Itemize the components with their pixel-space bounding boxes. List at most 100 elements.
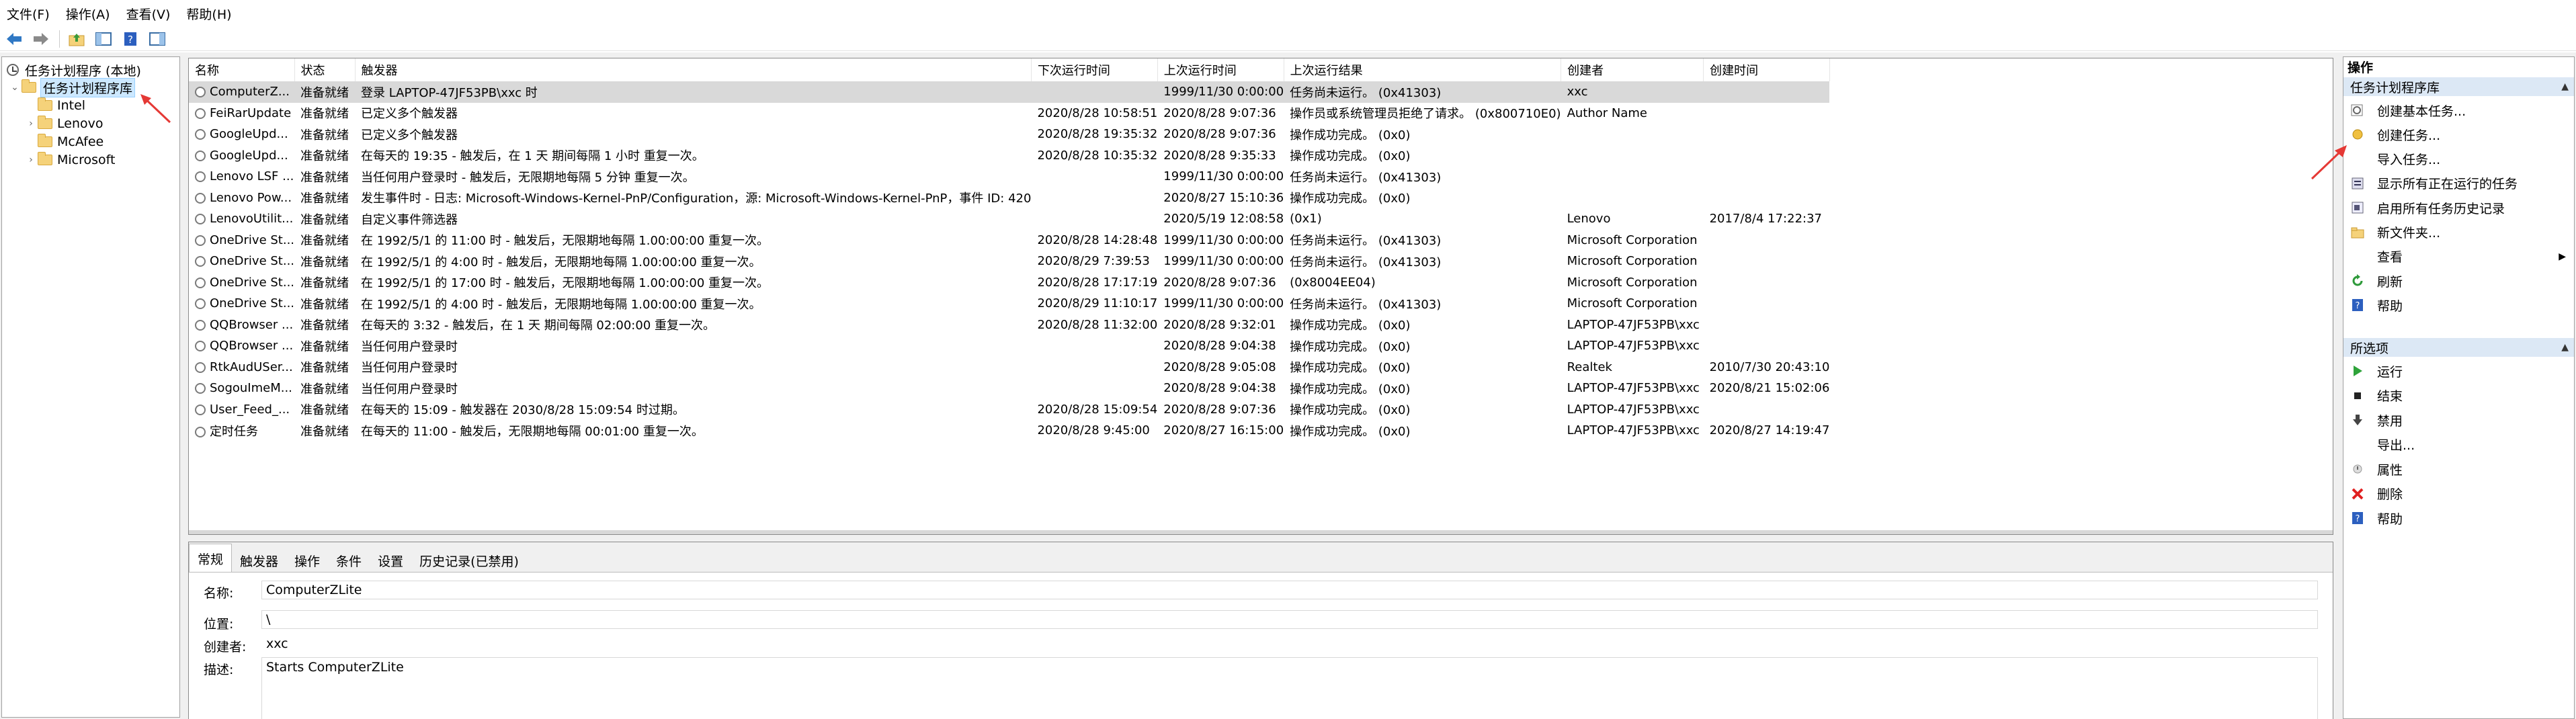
menu-help[interactable]: 帮助(H) [186, 5, 231, 23]
chevron-right-icon[interactable]: › [25, 155, 37, 165]
action-end[interactable]: 结束 [2343, 384, 2574, 407]
cell-last-result: 任务尚未运行。 (0x41303) [1290, 255, 1442, 269]
column-header-name[interactable]: 名称 [189, 58, 295, 81]
tree-folder-lenovo[interactable]: › Lenovo [25, 115, 103, 132]
cell-created [1704, 124, 1830, 145]
action-export[interactable]: 导出... [2343, 433, 2574, 456]
table-row[interactable]: GoogleUpd... 准备就绪 在每天的 19:35 - 触发后，在 1 天 期… [189, 145, 1829, 167]
action-label: 显示所有正在运行的任务 [2377, 177, 2518, 192]
task-table: 名称 状态 触发器 下次运行时间 上次运行时间 上次运行结果 创建者 创建时间 … [189, 58, 1830, 441]
column-header-next-run[interactable]: 下次运行时间 [1031, 58, 1158, 81]
tree-folder-microsoft[interactable]: › Microsoft [25, 151, 115, 169]
table-row[interactable]: OneDrive St... 准备就绪在 1992/5/1 的 17:00 时 -… [189, 272, 1829, 294]
folder-up-icon[interactable] [67, 29, 87, 49]
menu-file[interactable]: 文件(F) [7, 5, 50, 23]
tree-folder-intel[interactable]: Intel [25, 97, 85, 114]
table-row[interactable]: QQBrowser ... 准备就绪 当任何用户登录时 2020/8/28 9:04:… [189, 335, 1829, 357]
folder-icon [37, 97, 53, 112]
tab-actions[interactable]: 操作 [286, 548, 328, 573]
section-selected-item[interactable]: 所选项 ▲ [2343, 338, 2574, 357]
action-label: 启用所有任务历史记录 [2377, 201, 2505, 216]
table-row[interactable]: FeiRarUpdate 准备就绪 已定义多个触发器 2020/8/28 10:58:… [189, 103, 1829, 124]
task-name-text: QQBrowser ... [210, 339, 294, 353]
action-refresh[interactable]: 刷新 [2343, 269, 2574, 292]
cell-last-run: 1999/11/30 0:00:00 [1163, 296, 1284, 311]
action-create-task[interactable]: 创建任务... [2343, 123, 2574, 146]
cell-next-run: 2020/8/28 17:17:19 [1037, 275, 1158, 290]
name-field[interactable]: ComputerZLite [261, 581, 2318, 599]
tab-triggers[interactable]: 触发器 [232, 548, 286, 573]
history-icon [2350, 200, 2365, 215]
back-arrow-icon[interactable] [4, 29, 24, 49]
forward-arrow-icon[interactable] [31, 29, 51, 49]
table-row[interactable]: 定时任务 准备就绪 在每天的 11:00 - 触发后，无限期地每隔 00:01:00… [189, 420, 1829, 441]
table-row[interactable]: QQBrowser ... 准备就绪 在每天的 3:32 - 触发后，在 1 天 期… [189, 314, 1829, 336]
description-field[interactable]: Starts ComputerZLite [261, 657, 2318, 719]
action-view[interactable]: 查看 ▶ [2343, 245, 2574, 268]
action-label: 创建基本任务... [2377, 103, 2466, 119]
action-properties[interactable]: 属性 [2343, 458, 2574, 480]
show-hide-action-pane-icon[interactable] [147, 29, 167, 49]
tab-history[interactable]: 历史记录(已禁用) [411, 548, 527, 573]
tree-folder-label: Lenovo [57, 116, 103, 131]
table-row[interactable]: OneDrive St... 准备就绪在 1992/5/1 的 11:00 时 -… [189, 230, 1829, 251]
table-row[interactable]: SogouImeM... 准备就绪 当任何用户登录时 2020/8/28 9:04:3… [189, 378, 1829, 399]
collapse-up-icon[interactable]: ▲ [2561, 342, 2569, 353]
menu-action[interactable]: 操作(A) [66, 5, 110, 23]
action-new-folder[interactable]: 新文件夹... [2343, 221, 2574, 244]
section-task-library-label: 任务计划程序库 [2350, 80, 2440, 95]
action-delete[interactable]: 删除 [2343, 482, 2574, 505]
tree-root[interactable]: 任务计划程序 (本地) [5, 61, 141, 79]
cell-triggers: 自定义事件筛选器 [361, 212, 458, 227]
table-row[interactable]: Lenovo Pow... 准备就绪 发生事件时 - 日志: Microsoft-W… [189, 187, 1829, 209]
table-row[interactable]: OneDrive St... 准备就绪在 1992/5/1 的 4:00 时 - … [189, 251, 1829, 272]
menu-view[interactable]: 查看(V) [126, 5, 171, 23]
table-row[interactable]: GoogleUpd... 准备就绪 已定义多个触发器 2020/8/28 19:35:… [189, 124, 1829, 145]
table-row[interactable]: User_Feed_... 准备就绪 在每天的 15:09 - 触发器在 2030/… [189, 399, 1829, 421]
table-row[interactable]: ComputerZ... 准备就绪 登录 LAPTOP-47JF53PB\xxc 时… [189, 81, 1830, 103]
help-icon[interactable]: ? [120, 29, 140, 49]
import-task-icon [2350, 152, 2365, 167]
tab-settings[interactable]: 设置 [370, 548, 411, 573]
cell-created [1704, 103, 1830, 124]
column-header-last-run[interactable]: 上次运行时间 [1157, 58, 1284, 81]
cell-status: 准备就绪 [300, 128, 349, 142]
action-help-selected[interactable]: ? 帮助 [2343, 507, 2574, 530]
action-help[interactable]: ? 帮助 [2343, 294, 2574, 316]
table-row[interactable]: Lenovo LSF ... 准备就绪 当任何用户登录时 - 触发后，无限期地每隔 … [189, 166, 1829, 187]
tab-general[interactable]: 常规 [189, 544, 233, 573]
section-task-library[interactable]: 任务计划程序库 ▲ [2343, 77, 2574, 96]
column-header-status[interactable]: 状态 [294, 58, 356, 81]
chevron-right-icon[interactable]: › [25, 118, 37, 129]
collapse-up-icon[interactable]: ▲ [2561, 81, 2569, 92]
tree-library[interactable]: ⌄ 任务计划程序库 [9, 77, 136, 97]
location-field[interactable]: \ [261, 610, 2318, 629]
cell-author: Microsoft Corporation [1567, 275, 1698, 290]
table-row[interactable]: OneDrive St... 准备就绪在 1992/5/1 的 4:00 时 - … [189, 293, 1829, 314]
tree-folder-mcafee[interactable]: McAfee [25, 133, 103, 151]
cell-last-run: 2020/8/28 9:07:36 [1163, 127, 1276, 142]
column-header-author[interactable]: 创建者 [1561, 58, 1704, 81]
folder-icon [37, 152, 53, 167]
column-header-last-result[interactable]: 上次运行结果 [1284, 58, 1562, 81]
show-hide-console-tree-icon[interactable] [93, 29, 114, 49]
action-show-running-tasks[interactable]: 显示所有正在运行的任务 [2343, 172, 2574, 195]
cell-last-run: 1999/11/30 0:00:00 [1157, 81, 1284, 103]
tab-conditions[interactable]: 条件 [328, 548, 370, 573]
author-field[interactable]: xxc [261, 634, 2318, 653]
column-header-triggers[interactable]: 触发器 [355, 58, 1032, 81]
table-row[interactable]: RtkAudUSer... 准备就绪 当任何用户登录时 2020/8/28 9:05:… [189, 357, 1829, 378]
action-create-basic-task[interactable]: 创建基本任务... [2343, 99, 2574, 122]
help-icon: ? [2350, 511, 2365, 525]
action-disable[interactable]: 禁用 [2343, 409, 2574, 431]
action-enable-history[interactable]: 启用所有任务历史记录 [2343, 196, 2574, 219]
cell-status: 准备就绪 [300, 361, 349, 376]
column-header-created[interactable]: 创建时间 [1703, 58, 1830, 81]
task-icon [195, 277, 206, 288]
chevron-down-icon[interactable]: ⌄ [9, 82, 21, 93]
disable-icon [2350, 413, 2365, 427]
action-import-task[interactable]: 导入任务... [2343, 148, 2574, 171]
task-name-text: OneDrive St... [210, 275, 295, 290]
action-run[interactable]: 运行 [2343, 360, 2574, 382]
table-row[interactable]: LenovoUtilit... 准备就绪 自定义事件筛选器 2020/5/19 12:… [189, 208, 1829, 230]
